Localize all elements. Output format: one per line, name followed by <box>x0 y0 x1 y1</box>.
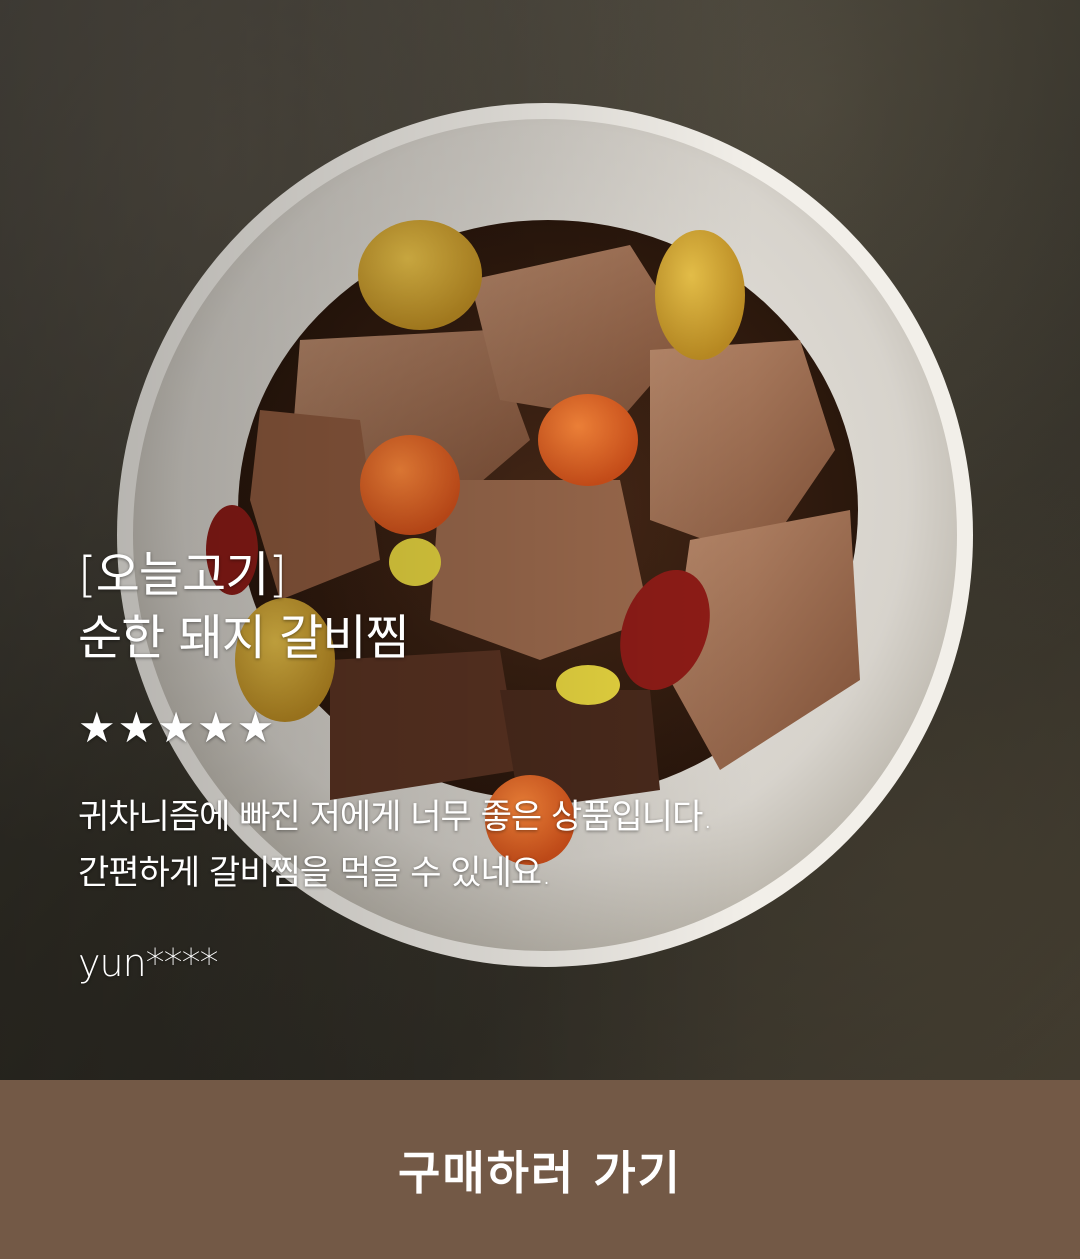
hero-image-section: [오늘고기] 순한 돼지 갈비찜 ★★★★★ 귀차니즘에 빠진 저에게 너무 좋… <box>0 0 1080 1080</box>
brand-label: [오늘고기] <box>78 547 287 603</box>
review-text-line-2: 간편하게 갈비찜을 먹을 수 있네요. <box>78 853 552 893</box>
review-card: [오늘고기] 순한 돼지 갈비찜 ★★★★★ 귀차니즘에 빠진 저에게 너무 좋… <box>78 545 978 985</box>
buy-now-button[interactable]: 구매하러 가기 <box>0 1080 1080 1259</box>
rating-stars: ★★★★★ <box>78 703 277 752</box>
buy-now-label: 구매하러 가기 <box>398 1145 682 1200</box>
review-text-line-1: 귀차니즘에 빠진 저에게 너무 좋은 상품입니다. <box>78 797 713 837</box>
reviewer-name: yun**** <box>78 941 219 985</box>
review-text: 귀차니즘에 빠진 저에게 너무 좋은 상품입니다. 간편하게 갈비찜을 먹을 수… <box>78 789 978 901</box>
product-name: 순한 돼지 갈비찜 <box>78 610 410 666</box>
